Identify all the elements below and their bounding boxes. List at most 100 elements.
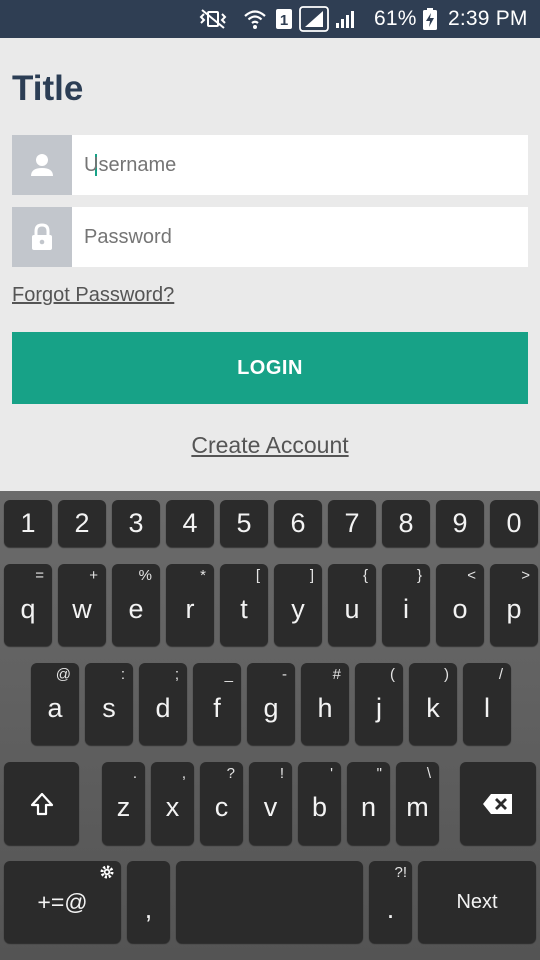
key-f[interactable]: _ f [193,663,241,745]
key-label: a [47,693,63,723]
key-secondary-label: : [120,666,125,683]
space-key[interactable] [176,861,363,943]
key-secondary-label: % [138,567,152,584]
key-l[interactable]: / l [463,663,511,745]
key-label: b [311,792,328,822]
key-label: f [213,693,221,723]
key-z[interactable]: .z [102,762,145,845]
key-label: 8 [398,508,414,538]
password-field[interactable]: Password [12,207,528,267]
key-secondary-label: < [467,567,476,584]
key-x[interactable]: ,x [151,762,194,845]
key-label: j [376,693,382,723]
key-secondary-label: * [200,567,206,584]
key-v[interactable]: ! v [249,762,292,845]
key-secondary-label: / [498,666,503,683]
key-d[interactable]: ; d [139,663,187,745]
key-label: n [360,792,377,822]
key-h[interactable]: # h [301,663,349,745]
key-k[interactable]: ) k [409,663,457,745]
key-secondary-label: ! [279,765,284,782]
shift-key[interactable] [4,762,79,845]
create-account-container: Create Account [0,432,540,459]
forgot-password-link[interactable]: Forgot Password? [12,284,174,307]
create-account-link[interactable]: Create Account [191,432,348,458]
key-7[interactable]: 7 [328,500,376,547]
key-2[interactable]: 2 [58,500,106,547]
comma-key[interactable]: , [127,861,170,943]
symbols-key[interactable]: +=@ [4,861,121,943]
key-a[interactable]: @ a [31,663,79,745]
key-label: h [317,693,333,723]
key-8[interactable]: 8 [382,500,430,547]
key-secondary-label: @ [55,666,71,683]
key-t[interactable]: [t [220,564,268,646]
key-0[interactable]: 0 [490,500,538,547]
key-r[interactable]: * r [166,564,214,646]
key-e[interactable]: % e [112,564,160,646]
key-label: 9 [452,508,468,538]
key-s[interactable]: :s [85,663,133,745]
key-label: v [263,792,278,822]
key-1[interactable]: 1 [4,500,52,547]
key-secondary-label: ] [309,567,314,584]
key-label: 4 [182,508,198,538]
key-secondary-label: } [416,567,422,584]
backspace-icon [483,793,512,814]
key-6[interactable]: 6 [274,500,322,547]
key-secondary-label: # [332,666,341,683]
login-screen: Title Username Password Forgot Password?… [0,38,540,491]
key-o[interactable]: < o [436,564,484,646]
key-label: 6 [290,508,306,538]
key-label: l [484,693,490,723]
key-label: w [72,594,92,624]
key-label: g [263,693,279,723]
key-9[interactable]: 9 [436,500,484,547]
key-q[interactable]: = q [4,564,52,646]
backspace-key[interactable] [460,762,536,845]
signal-icon [299,0,329,38]
username-field[interactable]: Username [12,135,528,195]
key-label: 1 [20,508,36,538]
key-u[interactable]: {u [328,564,376,646]
key-label: y [291,594,305,624]
login-button[interactable]: LOGIN [12,332,528,404]
key-label: z [116,792,131,822]
svg-text:1: 1 [280,12,288,29]
next-key[interactable]: Next [418,861,536,943]
key-secondary-label: " [376,765,382,782]
key-label: o [452,594,468,624]
key-y[interactable]: ] y [274,564,322,646]
key-p[interactable]: > p [490,564,538,646]
period-key[interactable]: ?! . [369,861,412,943]
battery-percent: 61% [374,7,417,30]
key-3[interactable]: 3 [112,500,160,547]
clock: 2:39 PM [448,7,528,30]
key-secondary-label: = [35,567,44,584]
status-bar: 1 61% 2:39 PM [0,0,540,38]
key-4[interactable]: 4 [166,500,214,547]
key-label: 2 [74,508,90,538]
key-secondary-label: { [362,567,368,584]
key-label: x [165,792,180,822]
key-secondary-label: . [132,765,137,782]
key-5[interactable]: 5 [220,500,268,547]
period-key-secondary: ?! [394,864,407,881]
gear-icon [100,865,114,879]
key-j[interactable]: (j [355,663,403,745]
key-w[interactable]: + w [58,564,106,646]
soft-keyboard: 1 2 3 4 5 6 7 8 9 0 = q + w% e * r[t] y{u} i < o > p @ a: s; d _ f - g… [0,491,540,960]
key-secondary-label: _ [224,666,233,683]
key-m[interactable]: \ m [396,762,439,845]
comma-key-label: , [144,894,153,924]
period-key-label: . [386,894,395,924]
key-label: p [506,594,522,624]
key-secondary-label: - [282,666,287,683]
password-input[interactable]: Password [84,207,172,267]
key-g[interactable]: -g [247,663,295,745]
username-input[interactable]: Username [84,135,176,195]
key-c[interactable]: ? c [200,762,243,845]
key-n[interactable]: " n [347,762,390,845]
key-i[interactable]: } i [382,564,430,646]
key-b[interactable]: ' b [298,762,341,845]
